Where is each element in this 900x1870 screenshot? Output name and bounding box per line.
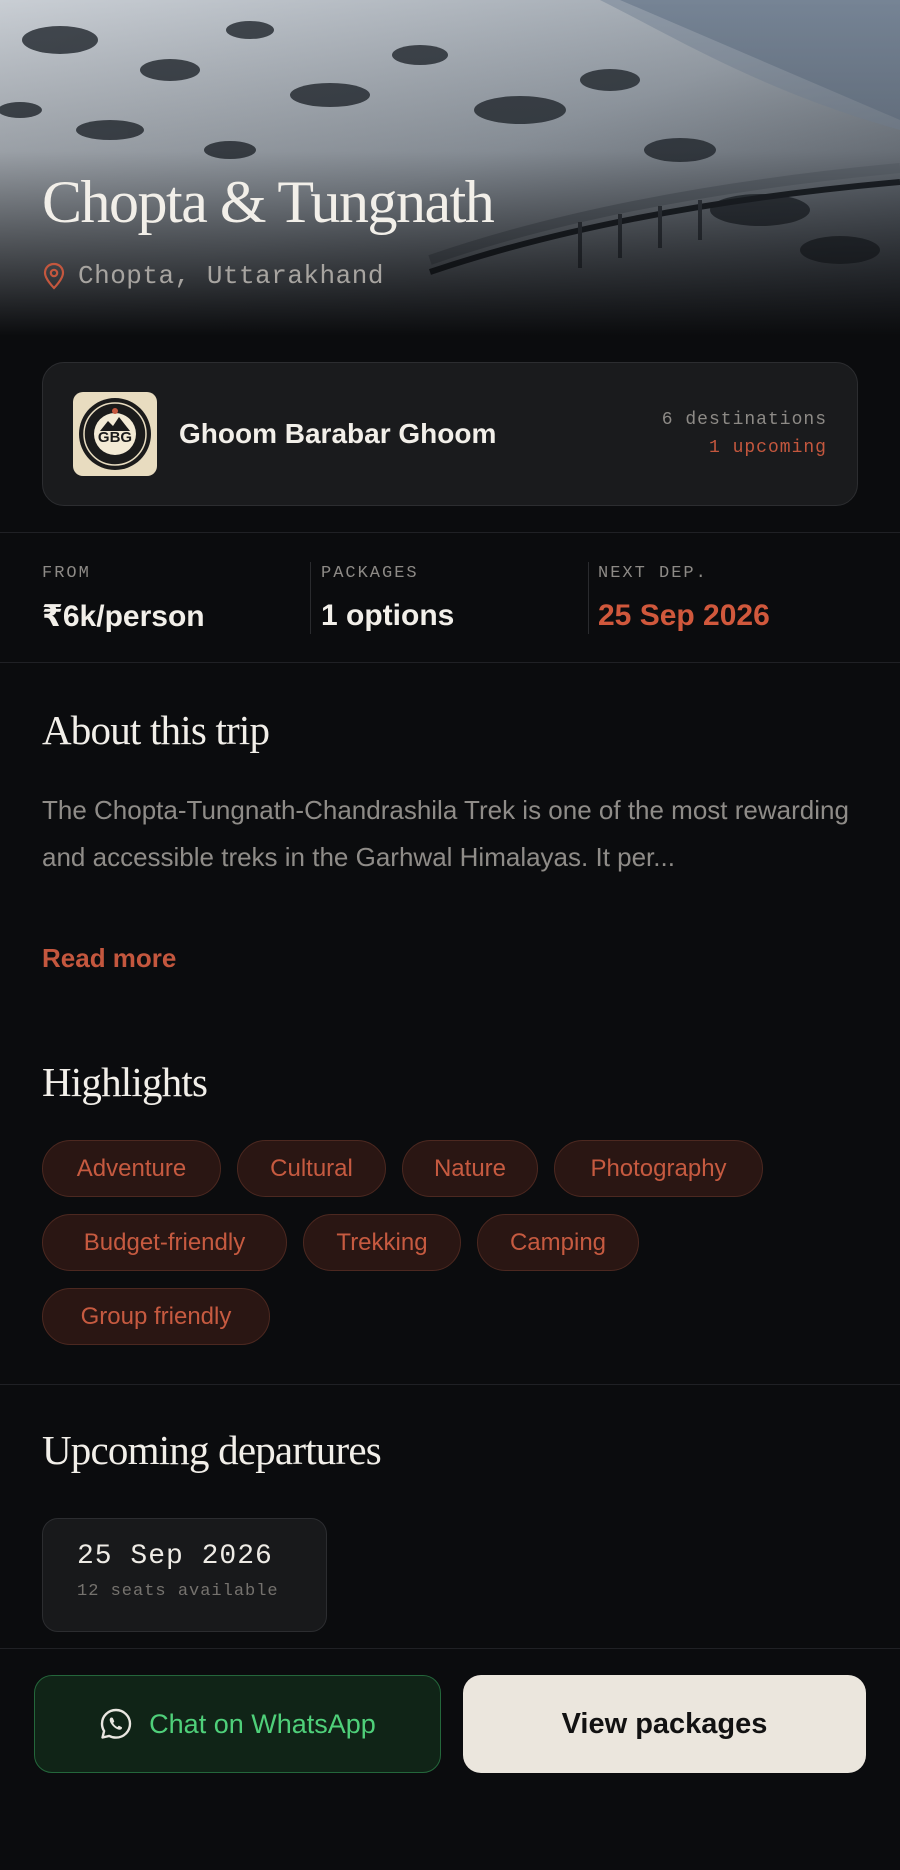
location-text: Chopta, Uttarakhand <box>78 261 384 291</box>
stat-price-value: ₹6k/person <box>42 600 205 633</box>
view-packages-button[interactable]: View packages <box>463 1675 866 1773</box>
departure-seats: 12 seats available <box>77 1582 279 1601</box>
organizer-logo: GBG <box>73 392 157 476</box>
stat-packages-label: PACKAGES <box>321 564 419 583</box>
stat-divider <box>310 562 311 634</box>
highlight-tag[interactable]: Photography <box>554 1140 763 1197</box>
whatsapp-button-label: Chat on WhatsApp <box>149 1708 376 1739</box>
read-more-link[interactable]: Read more <box>42 943 176 974</box>
highlight-tag[interactable]: Cultural <box>237 1140 386 1197</box>
svg-text:GBG: GBG <box>98 429 132 446</box>
hero-banner: Chopta & Tungnath Chopta, Uttarakhand <box>0 0 900 336</box>
upcoming-count: 1 upcoming <box>708 438 827 458</box>
organizer-name: Ghoom Barabar Ghoom <box>179 418 497 449</box>
stat-price-label: FROM <box>42 564 91 583</box>
highlight-tag[interactable]: Adventure <box>42 1140 221 1197</box>
about-heading: About this trip <box>42 707 270 753</box>
stat-next-value: 25 Sep 2026 <box>598 599 770 632</box>
page-title: Chopta & Tungnath <box>42 169 495 235</box>
whatsapp-icon <box>100 1708 132 1739</box>
about-text: The Chopta-Tungnath-Chandrashila Trek is… <box>42 795 849 872</box>
organizer-card[interactable]: GBG Ghoom Barabar Ghoom 6 destinations 1… <box>42 362 858 506</box>
destinations-count: 6 destinations <box>661 410 827 430</box>
divider <box>0 1384 900 1385</box>
divider <box>0 532 900 533</box>
highlight-tag[interactable]: Group friendly <box>42 1288 270 1345</box>
stat-packages: PACKAGES 1 options <box>321 564 454 633</box>
departure-date: 25 Sep 2026 <box>77 1541 273 1572</box>
stat-price: FROM ₹6k/person <box>42 564 205 634</box>
stat-divider <box>588 562 589 634</box>
stat-packages-value: 1 options <box>321 599 455 632</box>
departure-card[interactable]: 25 Sep 2026 12 seats available <box>42 1518 327 1632</box>
highlights-heading: Highlights <box>42 1059 208 1105</box>
whatsapp-button[interactable]: Chat on WhatsApp <box>34 1675 441 1773</box>
divider <box>0 662 900 663</box>
organizer-logo-emblem: GBG <box>79 398 151 470</box>
stat-next-label: NEXT DEP. <box>598 564 708 583</box>
highlight-tag[interactable]: Camping <box>477 1214 639 1271</box>
location: Chopta, Uttarakhand <box>42 259 384 293</box>
organizer-meta: 6 destinations 1 upcoming <box>662 410 827 458</box>
map-pin-icon <box>43 262 65 290</box>
stat-next-departure: NEXT DEP. 25 Sep 2026 <box>598 564 770 633</box>
highlight-tag[interactable]: Budget-friendly <box>42 1214 287 1271</box>
departures-heading: Upcoming departures <box>42 1427 382 1473</box>
highlight-tag[interactable]: Trekking <box>303 1214 461 1271</box>
highlight-tag[interactable]: Nature <box>402 1140 538 1197</box>
